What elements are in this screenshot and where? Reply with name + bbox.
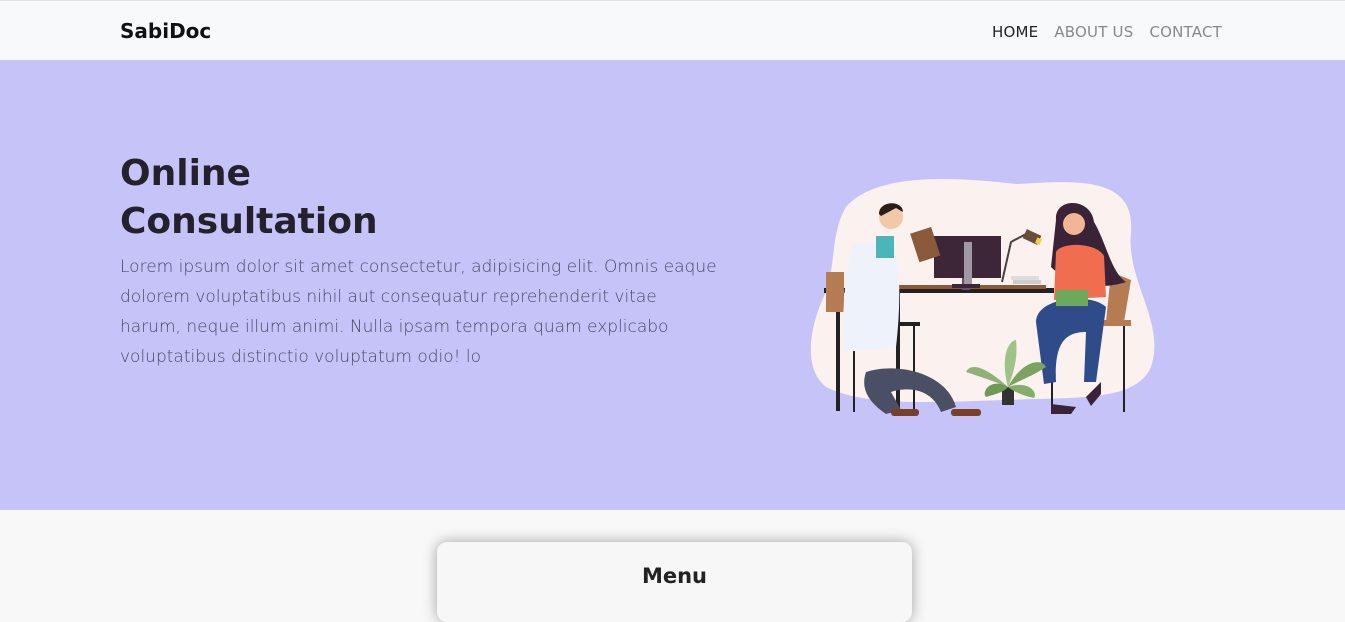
hero-title: Online Consultation — [120, 150, 520, 246]
hero-section: Online Consultation Lorem ipsum dolor si… — [0, 60, 1345, 510]
menu-card-title: Menu — [641, 564, 708, 588]
nav-home-link[interactable]: HOME — [992, 23, 1038, 41]
nav-contact-link[interactable]: CONTACT — [1149, 23, 1222, 41]
doctor-consultation-illustration — [810, 178, 1155, 416]
hero-title-line1: Online — [120, 153, 251, 194]
hero-description: Lorem ipsum dolor sit amet consectetur, … — [120, 257, 717, 367]
nav-links: HOME ABOUT US CONTACT — [992, 23, 1222, 41]
navbar: SabiDoc HOME ABOUT US CONTACT — [0, 0, 1345, 60]
menu-card: Menu — [437, 542, 912, 622]
brand-logo[interactable]: SabiDoc — [120, 19, 211, 43]
nav-about-link[interactable]: ABOUT US — [1054, 23, 1133, 41]
hero-title-line2: Consultation — [120, 201, 378, 242]
